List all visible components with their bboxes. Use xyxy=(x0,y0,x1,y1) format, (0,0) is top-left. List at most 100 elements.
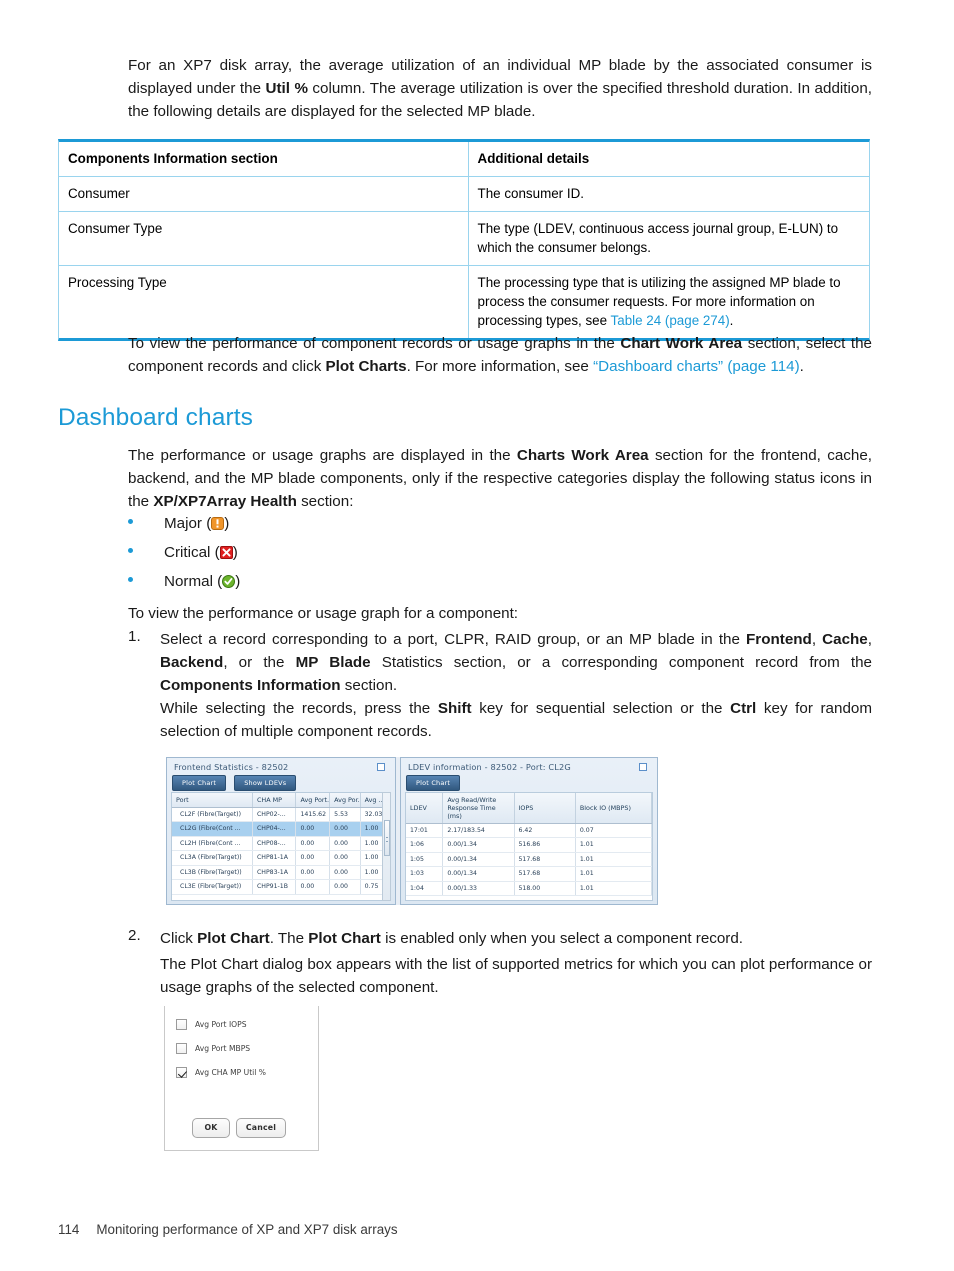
intro-paragraph: For an XP7 disk array, the average utili… xyxy=(128,57,872,121)
show-ldevs-button[interactable]: Show LDEVs xyxy=(234,775,297,791)
grid-header-cell[interactable]: IOPS xyxy=(514,793,576,824)
grid-row[interactable]: 1:06 0.00/1.34 516.86 1.01 xyxy=(406,837,652,853)
frontend-statistics-panel: Frontend Statistics - 82502 Plot Chart S… xyxy=(166,757,396,905)
grid-cell: 1.01 xyxy=(575,881,652,897)
grid-cell: 17:01 xyxy=(406,823,444,839)
table-cell-section: Consumer xyxy=(59,176,469,213)
step-1-number: 1. xyxy=(128,628,141,645)
grid-row[interactable]: CL2F (Fibre(Target)) CHP02-... 1415.62 5.53… xyxy=(172,807,390,823)
step-1-text: Select a record corresponding to a port,… xyxy=(160,631,872,695)
bullet-dot xyxy=(128,577,133,582)
maximize-icon[interactable] xyxy=(377,763,385,771)
grid-header-cell[interactable]: CHA MP xyxy=(252,793,297,808)
grid-header-row: LDEV Avg Read/Write Response Time (ms) IOP… xyxy=(406,793,652,824)
option-label: Avg CHA MP Util % xyxy=(195,1068,267,1077)
grid-cell: 0.07 xyxy=(575,823,652,839)
grid-cell: 0.00 xyxy=(295,879,331,895)
grid-cell: 0.00/1.33 xyxy=(442,881,515,897)
step-2-number: 2. xyxy=(128,927,141,944)
plot-charts-paragraph: To view the performance of component rec… xyxy=(128,335,872,376)
option-avg-port-iops[interactable]: Avg Port IOPS xyxy=(176,1019,247,1030)
option-avg-cha-mp-util[interactable]: Avg CHA MP Util % xyxy=(176,1067,266,1078)
checkbox[interactable] xyxy=(176,1019,187,1030)
grid-cell: 1.01 xyxy=(575,866,652,882)
grid-row[interactable]: CL2G (Fibre(Cont ... CHP04-... 0.00 0.00 1.0… xyxy=(172,821,390,837)
option-label: Avg Port IOPS xyxy=(195,1020,247,1029)
table-header-cell: Components Information section xyxy=(59,142,469,178)
ldev-information-grid[interactable]: LDEV Avg Read/Write Response Time (ms) IOP… xyxy=(405,792,653,901)
page-title: Dashboard charts xyxy=(58,404,253,431)
grid-cell: CL2H (Fibre(Cont ... xyxy=(172,836,253,852)
table-cell-detail: The type (LDEV, continuous access journa… xyxy=(468,211,869,267)
grid-cell: CHP81-1A xyxy=(252,850,297,866)
ok-icon xyxy=(222,575,236,588)
step-2-text: Click Plot Chart. The Plot Chart is enab… xyxy=(160,930,744,947)
grid-cell: 518.00 xyxy=(514,881,576,897)
scrollbar-thumb[interactable] xyxy=(383,820,390,856)
grid-header-row: PortCHA MPAvg Port...Avg Por...Avg ... xyxy=(172,793,390,808)
frontend-statistics-grid[interactable]: PortCHA MPAvg Port...Avg Por...Avg ... C… xyxy=(171,792,391,901)
grid-header-cell[interactable]: LDEV xyxy=(406,793,444,824)
table-cell-section: Processing Type xyxy=(59,265,469,339)
grid-row[interactable]: 1:04 0.00/1.33 518.00 1.01 xyxy=(406,881,652,897)
cancel-button[interactable]: Cancel xyxy=(236,1118,286,1138)
grid-header-cell[interactable]: Avg Read/Write Response Time (ms) xyxy=(442,793,515,824)
maximize-icon[interactable] xyxy=(639,763,647,771)
app-screenshot: Frontend Statistics - 82502 Plot Chart S… xyxy=(166,757,658,905)
grid-row[interactable]: CL3B (Fibre(Target)) CHP83-1A 0.00 0.00 1.00 xyxy=(172,865,390,881)
ok-button[interactable]: OK xyxy=(192,1118,230,1138)
grid-cell: 6.42 xyxy=(514,823,576,839)
grid-cell: 0.00/1.34 xyxy=(442,852,515,868)
plot-chart-dialog: Avg Port IOPS Avg Port MBPS Avg CHA MP U… xyxy=(164,1006,319,1151)
steps-intro: To view the performance or usage graph f… xyxy=(128,605,519,622)
checkbox[interactable] xyxy=(176,1043,187,1054)
vertical-scrollbar[interactable] xyxy=(382,792,391,901)
error-icon xyxy=(219,546,233,559)
grid-cell: 0.00 xyxy=(329,850,361,866)
grid-cell: 1:06 xyxy=(406,837,444,853)
grid-header-cell[interactable]: Port xyxy=(172,793,253,808)
grid-header-cell[interactable]: Block IO (MBPS) xyxy=(575,793,652,824)
grid-cell: CHP91-1B xyxy=(252,879,297,895)
plot-chart-button[interactable]: Plot Chart xyxy=(172,775,227,791)
table-cell-detail: The processing type that is utilizing th… xyxy=(477,275,841,329)
grid-row[interactable]: 1:03 0.00/1.34 517.68 1.01 xyxy=(406,866,652,882)
table-row: Consumer The consumer ID. xyxy=(59,176,869,213)
list-item-normal: Normal () xyxy=(128,573,240,590)
grid-row[interactable]: 1:05 0.00/1.34 517.68 1.01 xyxy=(406,852,652,868)
step-1-subtext: While selecting the records, press the S… xyxy=(160,700,872,741)
grid-cell: 0.00 xyxy=(295,836,331,852)
grid-cell: 5.53 xyxy=(329,807,361,823)
grid-row[interactable]: 17:01 2.17/183.54 6.42 0.07 xyxy=(406,823,652,839)
grid-cell: CHP08-... xyxy=(252,836,297,852)
grid-cell: 1:05 xyxy=(406,852,444,868)
page-footer: 114 Monitoring performance of XP and XP7… xyxy=(58,1222,398,1237)
grid-row[interactable]: CL3E (Fibre(Target)) CHP91-1B 0.00 0.00 0.75 xyxy=(172,879,390,895)
option-avg-port-mbps[interactable]: Avg Port MBPS xyxy=(176,1043,250,1054)
frontend-toolbar: Plot Chart Show LDEVs xyxy=(172,775,297,791)
grid-cell: 0.00 xyxy=(329,821,361,837)
grid-cell: 0.00 xyxy=(295,850,331,866)
list-item-major: Major () xyxy=(128,515,229,532)
grid-row[interactable]: CL3A (Fibre(Target)) CHP81-1A 0.00 0.00 1.00 xyxy=(172,850,390,866)
grid-cell: CL3A (Fibre(Target)) xyxy=(172,850,253,866)
grid-cell: 1.01 xyxy=(575,837,652,853)
section-intro-paragraph: The performance or usage graphs are disp… xyxy=(128,447,872,511)
grid-cell: 1.01 xyxy=(575,852,652,868)
table-cell-detail: The consumer ID. xyxy=(468,176,869,213)
grid-cell: CL2F (Fibre(Target)) xyxy=(172,807,253,823)
grid-cell: CL3E (Fibre(Target)) xyxy=(172,879,253,895)
list-item-label: Major () xyxy=(164,515,230,532)
step-2-subtext: The Plot Chart dialog box appears with t… xyxy=(160,956,872,997)
grid-cell: 0.00/1.34 xyxy=(442,866,515,882)
grid-header-cell[interactable]: Avg Por... xyxy=(329,793,361,808)
table-row: Processing Type The processing type that … xyxy=(59,265,869,339)
bullet-dot xyxy=(128,548,133,553)
list-item-critical: Critical () xyxy=(128,544,238,561)
table-row: Consumer Type The type (LDEV, continuous … xyxy=(59,211,869,267)
plot-chart-button[interactable]: Plot Chart xyxy=(406,775,461,791)
grid-cell: 516.86 xyxy=(514,837,576,853)
grid-header-cell[interactable]: Avg Port... xyxy=(295,793,331,808)
checkbox[interactable] xyxy=(176,1067,187,1078)
grid-row[interactable]: CL2H (Fibre(Cont ... CHP08-... 0.00 0.00 1.0… xyxy=(172,836,390,852)
